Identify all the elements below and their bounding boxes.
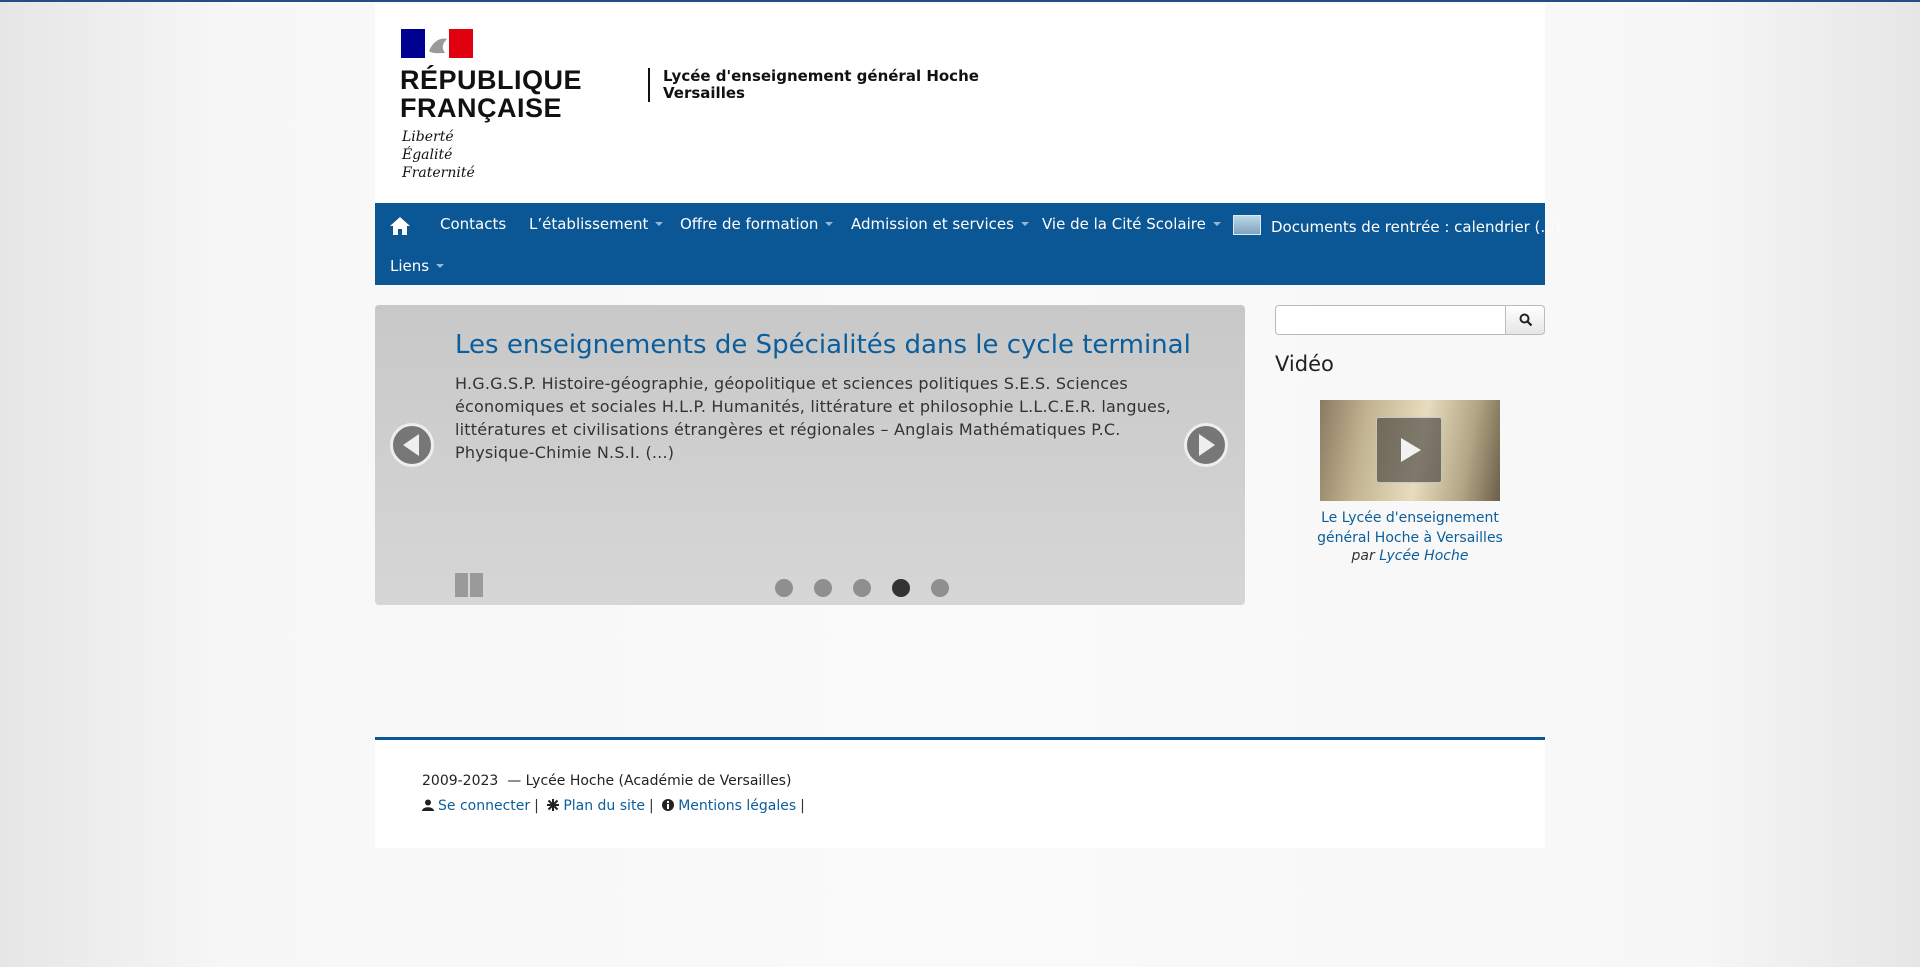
- nav-item-label: Vie de la Cité Scolaire: [1042, 215, 1206, 233]
- republique-francaise-title: RÉPUBLIQUE FRANÇAISE: [400, 66, 582, 122]
- pause-icon[interactable]: [455, 573, 485, 597]
- caret-down-icon: [436, 264, 445, 268]
- nav-item-label: L’établissement: [529, 215, 649, 233]
- caret-down-icon: [655, 222, 664, 226]
- separator: |: [534, 798, 539, 814]
- republique-line: RÉPUBLIQUE: [400, 65, 583, 95]
- site-footer: 2009-2023 — Lycée Hoche (Académie de Ver…: [375, 737, 1545, 848]
- info-icon: [662, 799, 675, 811]
- motto-egalite: Égalité: [402, 147, 453, 163]
- nav-item-admission[interactable]: Admission et services: [851, 215, 1029, 233]
- carousel-dot-4[interactable]: [892, 579, 910, 597]
- video-by-prefix: par: [1351, 548, 1375, 564]
- page-container: RÉPUBLIQUE FRANÇAISE Liberté Égalité Fra…: [375, 4, 1561, 848]
- nav-item-documents-rentree[interactable]: Documents de rentrée : calendrier (...): [1233, 215, 1561, 236]
- caret-down-icon: [1020, 222, 1029, 226]
- carousel-dot-2[interactable]: [814, 579, 832, 597]
- republic-motto: Liberté Égalité Fraternité: [402, 128, 475, 182]
- nav-item-etablissement[interactable]: L’établissement: [529, 215, 664, 233]
- school-name-line2: Versailles: [663, 84, 745, 102]
- news-carousel: Les enseignements de Spécialités dans le…: [375, 305, 1245, 605]
- nav-item-contacts[interactable]: Contacts: [440, 215, 506, 233]
- sitemap-link[interactable]: Plan du site: [563, 798, 645, 814]
- caret-down-icon: [1212, 222, 1221, 226]
- previous-slide-button[interactable]: [390, 423, 434, 467]
- asterisk-icon: [547, 799, 560, 811]
- video-widget-title: Vidéo: [1275, 352, 1334, 376]
- nav-item-offre-formation[interactable]: Offre de formation: [680, 215, 834, 233]
- site-header: RÉPUBLIQUE FRANÇAISE Liberté Égalité Fra…: [375, 4, 1545, 203]
- main-nav: Contacts L’établissement Offre de format…: [375, 203, 1561, 285]
- document-thumbnail-icon: [1233, 215, 1261, 235]
- footer-copyright: 2009-2023 — Lycée Hoche (Académie de Ver…: [422, 773, 792, 789]
- nav-item-label: Admission et services: [851, 215, 1014, 233]
- nav-item-label: Contacts: [440, 215, 507, 233]
- carousel-dot-3[interactable]: [853, 579, 871, 597]
- carousel-dots: [775, 579, 970, 601]
- caret-down-icon: [825, 222, 834, 226]
- school-name-line1: Lycée d'enseignement général Hoche: [663, 67, 979, 85]
- home-icon[interactable]: [389, 215, 411, 237]
- marianne-logo: [401, 29, 473, 58]
- video-thumbnail[interactable]: [1320, 400, 1500, 501]
- nav-item-label: Offre de formation: [680, 215, 819, 233]
- video-author: par Lycée Hoche: [1300, 548, 1520, 564]
- nav-item-vie-cite-scolaire[interactable]: Vie de la Cité Scolaire: [1042, 215, 1221, 233]
- arrow-right-icon: [1199, 434, 1215, 456]
- video-caption-line2: général Hoche à Versailles: [1317, 530, 1503, 546]
- arrow-left-icon: [403, 434, 419, 456]
- motto-liberte: Liberté: [402, 129, 454, 145]
- slide-title[interactable]: Les enseignements de Spécialités dans le…: [455, 330, 1191, 360]
- legal-notice-link[interactable]: Mentions légales: [678, 798, 796, 814]
- nav-item-label: Documents de rentrée : calendrier (...): [1271, 218, 1561, 236]
- user-icon: [422, 799, 434, 811]
- video-caption-line1: Le Lycée d'enseignement: [1321, 510, 1499, 526]
- search-form: [1275, 305, 1545, 335]
- search-icon: [1519, 313, 1533, 327]
- video-author-link[interactable]: Lycée Hoche: [1379, 548, 1468, 564]
- play-button[interactable]: [1376, 417, 1442, 483]
- video-caption-link[interactable]: Le Lycée d'enseignement général Hoche à …: [1300, 508, 1520, 548]
- separator: |: [649, 798, 654, 814]
- footer-links: Se connecter | Plan du site | Mentions lég…: [422, 798, 809, 814]
- separator: |: [800, 798, 805, 814]
- search-button[interactable]: [1505, 305, 1545, 335]
- play-icon: [1401, 438, 1421, 462]
- nav-item-liens[interactable]: Liens: [390, 257, 445, 275]
- login-link[interactable]: Se connecter: [438, 798, 530, 814]
- motto-fraternite: Fraternité: [402, 165, 475, 181]
- school-name[interactable]: Lycée d'enseignement général Hoche Versa…: [648, 68, 979, 102]
- nav-item-label: Liens: [390, 257, 430, 275]
- search-input[interactable]: [1275, 305, 1506, 335]
- next-slide-button[interactable]: [1184, 423, 1228, 467]
- slide-text: H.G.G.S.P. Histoire-géographie, géopolit…: [455, 374, 1171, 462]
- carousel-dot-1[interactable]: [775, 579, 793, 597]
- carousel-dot-5[interactable]: [931, 579, 949, 597]
- francaise-line: FRANÇAISE: [400, 93, 563, 123]
